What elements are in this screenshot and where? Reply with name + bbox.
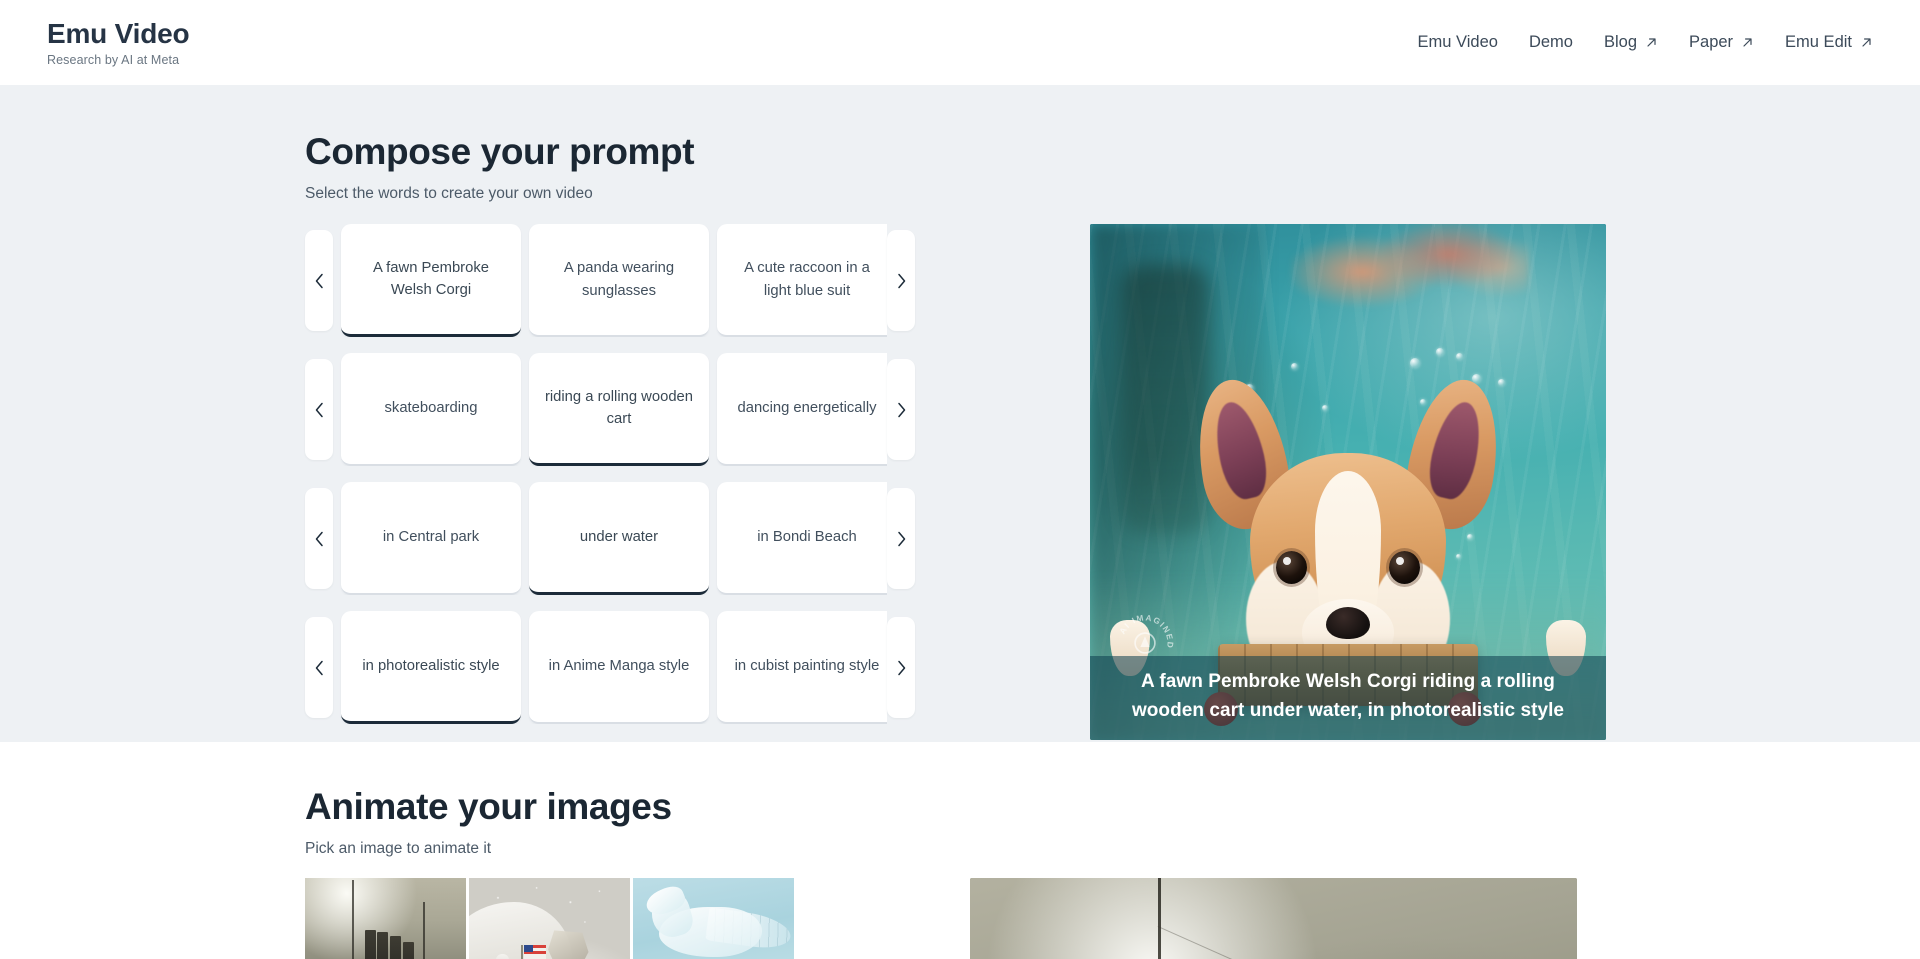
page-title: Compose your prompt (305, 131, 695, 172)
nav-item-label: Emu Edit (1785, 33, 1852, 51)
external-link-icon (1860, 36, 1873, 49)
animate-images-section: Animate your images Pick an image to ani… (0, 742, 1920, 959)
word-card-subject-2[interactable]: A cute raccoon in a light blue suit (717, 224, 887, 337)
nav-item-demo[interactable]: Demo (1529, 33, 1573, 52)
animate-subtitle: Pick an image to animate it (305, 840, 492, 857)
brand-logo[interactable]: Emu Video Research by AI at Meta (47, 17, 190, 68)
moon-landing-image (469, 878, 630, 959)
surface-reflection (1291, 224, 1529, 307)
nav-item-emu-video[interactable]: Emu Video (1418, 33, 1498, 52)
carousel-row-subject: A fawn Pembroke Welsh Corgi A panda wear… (305, 224, 915, 337)
compose-prompt-section: Compose your prompt Select the words to … (0, 85, 1920, 742)
carousel-row-style: in photorealistic style in Anime Manga s… (305, 611, 915, 724)
animate-preview-column (970, 878, 1577, 959)
generated-video-column: AI IMAGINED A fawn Pembroke Welsh Corgi … (1090, 224, 1606, 740)
carousel-track-place[interactable]: in Central park under water in Bondi Bea… (333, 482, 887, 595)
nav-item-label: Paper (1689, 33, 1734, 51)
page-subtitle: Select the words to create your own vide… (305, 185, 593, 202)
carousel-prev-button-action[interactable] (305, 359, 333, 460)
thumbnail-pegasus[interactable] (633, 878, 794, 959)
carousel-next-button-place[interactable] (887, 488, 915, 589)
corgi-eye-right (1389, 550, 1420, 584)
corgi-nose (1326, 606, 1370, 639)
carousel-next-button-style[interactable] (887, 617, 915, 718)
ocean-liner-image (305, 878, 466, 959)
word-card-action-0[interactable]: skateboarding (341, 353, 521, 466)
carousel-row-action: skateboarding riding a rolling wooden ca… (305, 353, 915, 466)
carousel-next-button-subject[interactable] (887, 230, 915, 331)
site-header: Emu Video Research by AI at Meta Emu Vid… (0, 0, 1920, 85)
word-card-action-1[interactable]: riding a rolling wooden cart (529, 353, 709, 466)
carousel-prev-button-subject[interactable] (305, 230, 333, 331)
external-link-icon (1741, 36, 1754, 49)
animate-title: Animate your images (305, 786, 672, 827)
word-card-action-2[interactable]: dancing energetically (717, 353, 887, 466)
image-thumbnail-grid (305, 878, 795, 959)
generated-video-player[interactable]: AI IMAGINED A fawn Pembroke Welsh Corgi … (1090, 224, 1606, 740)
brand-subtitle: Research by AI at Meta (47, 53, 180, 68)
nav-item-blog[interactable]: Blog (1604, 33, 1658, 52)
word-card-style-0[interactable]: in photorealistic style (341, 611, 521, 724)
bubble-icon (1435, 347, 1444, 356)
nav-item-label: Blog (1603, 33, 1638, 51)
corgi-eye-left (1276, 550, 1307, 584)
main-navigation: Emu Video Demo Blog Paper Emu Edit (1418, 33, 1873, 52)
word-card-style-2[interactable]: in cubist painting style (717, 611, 887, 724)
carousel-prev-button-style[interactable] (305, 617, 333, 718)
carousel-track-action[interactable]: skateboarding riding a rolling wooden ca… (333, 353, 887, 466)
thumbnail-moon-landing[interactable] (469, 878, 630, 959)
nav-item-label: Demo (1528, 33, 1573, 51)
pegasus-image (633, 878, 794, 959)
animate-preview-image (970, 878, 1577, 959)
word-card-subject-1[interactable]: A panda wearing sunglasses (529, 224, 709, 337)
carousel-next-button-action[interactable] (887, 359, 915, 460)
video-caption: A fawn Pembroke Welsh Corgi riding a rol… (1090, 656, 1606, 740)
word-card-style-1[interactable]: in Anime Manga style (529, 611, 709, 724)
thumbnail-ocean-liner[interactable] (305, 878, 466, 959)
carousel-row-place: in Central park under water in Bondi Bea… (305, 482, 915, 595)
carousel-prev-button-place[interactable] (305, 488, 333, 589)
carousel-track-subject[interactable]: A fawn Pembroke Welsh Corgi A panda wear… (333, 224, 887, 337)
brand-title: Emu Video (47, 17, 190, 49)
nav-item-label: Emu Video (1417, 33, 1498, 51)
word-card-place-0[interactable]: in Central park (341, 482, 521, 595)
bubble-icon (1409, 358, 1420, 369)
word-card-subject-0[interactable]: A fawn Pembroke Welsh Corgi (341, 224, 521, 337)
animate-video-player[interactable] (970, 878, 1577, 959)
word-card-place-1[interactable]: under water (529, 482, 709, 595)
prompt-carousels: A fawn Pembroke Welsh Corgi A panda wear… (305, 224, 915, 740)
carousel-track-style[interactable]: in photorealistic style in Anime Manga s… (333, 611, 887, 724)
word-card-place-2[interactable]: in Bondi Beach (717, 482, 887, 595)
corgi-head (1246, 452, 1450, 677)
external-link-icon (1645, 36, 1658, 49)
nav-item-paper[interactable]: Paper (1689, 33, 1754, 52)
nav-item-emu-edit[interactable]: Emu Edit (1785, 33, 1873, 52)
